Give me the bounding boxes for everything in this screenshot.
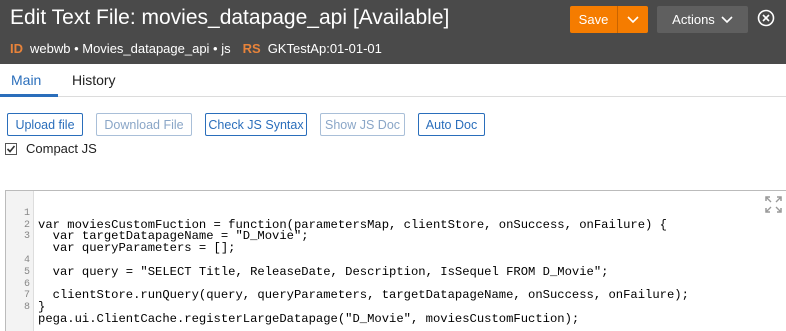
active-tab-indicator (0, 94, 58, 97)
download-file-button[interactable]: Download File (96, 113, 192, 136)
expand-icon[interactable] (765, 196, 782, 213)
save-button[interactable]: Save (570, 6, 617, 33)
code-lines: 1 var moviesCustomFuction = function(par… (6, 196, 786, 325)
code-line: 4 var query = "SELECT Title, ReleaseDate… (6, 243, 786, 278)
code-line: 5 (6, 255, 786, 278)
checkmark-icon (6, 144, 16, 153)
code-line: 7 } (6, 279, 786, 313)
tab-main[interactable]: Main (11, 72, 41, 88)
show-js-doc-button[interactable]: Show JS Doc (320, 113, 405, 136)
auto-doc-button[interactable]: Auto Doc (418, 113, 485, 136)
chevron-down-icon (721, 15, 733, 23)
compact-js-option: Compact JS (5, 141, 97, 156)
compact-js-label: Compact JS (26, 141, 97, 156)
compact-js-checkbox[interactable] (5, 142, 17, 155)
code-line: 3 var queryParameters = []; (6, 220, 786, 254)
close-circle-icon[interactable] (757, 9, 775, 27)
code-line: 8 pega.ui.ClientCache.registerLargeDatap… (6, 290, 786, 325)
tab-bar: Main History (0, 64, 786, 97)
id-tag: ID (10, 41, 23, 56)
rs-tag: RS (242, 41, 261, 56)
upload-file-button[interactable]: Upload file (7, 113, 83, 136)
code-line: 2 var targetDatapageName = "D_Movie"; (6, 208, 786, 243)
actions-button[interactable]: Actions (657, 6, 748, 33)
record-meta: ID webwb • Movies_datapage_api • js RS G… (10, 41, 394, 56)
rs-value: GKTestAp:01-01-01 (267, 41, 382, 56)
page-title: Edit Text File: movies_datapage_api [Ava… (10, 6, 450, 29)
code-line: 6 clientStore.runQuery(query, queryParam… (6, 267, 786, 302)
save-button-group: Save (570, 6, 648, 33)
check-js-syntax-button[interactable]: Check JS Syntax (205, 113, 307, 136)
actions-label: Actions (672, 12, 715, 27)
code-text: pega.ui.ClientCache.registerLargeDatapag… (38, 311, 580, 326)
save-dropdown-button[interactable] (617, 6, 648, 33)
chevron-down-icon (627, 15, 639, 23)
id-value: webwb • Movies_datapage_api • js (30, 41, 231, 56)
header-bar: Edit Text File: movies_datapage_api [Ava… (0, 0, 786, 64)
tab-history[interactable]: History (72, 72, 116, 88)
line-number: 8 (23, 302, 30, 314)
code-line: 1 var moviesCustomFuction = function(par… (6, 196, 786, 231)
code-editor[interactable]: 1 var moviesCustomFuction = function(par… (5, 190, 786, 331)
